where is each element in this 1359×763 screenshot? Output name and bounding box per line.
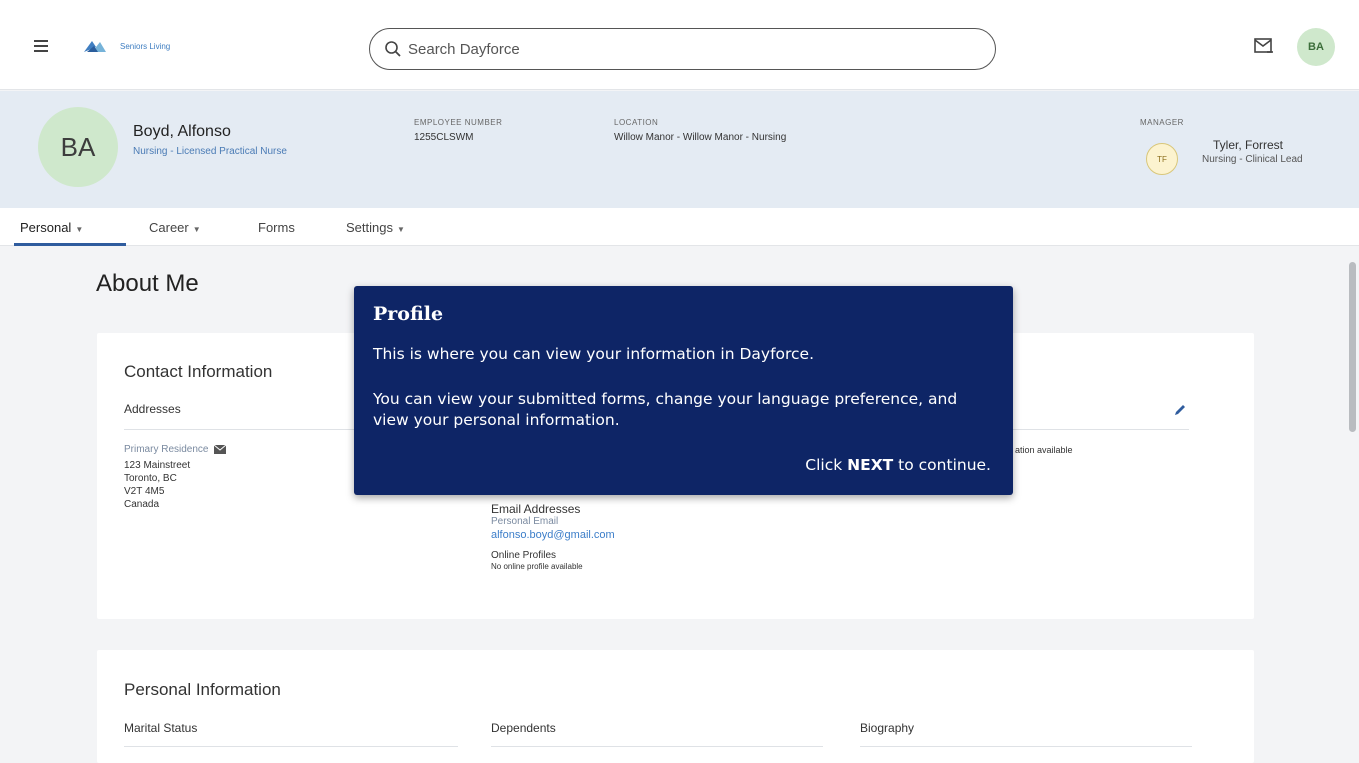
inbox-icon[interactable] [1254,37,1274,55]
page-title: About Me [96,270,199,297]
employee-number-label: EMPLOYEE NUMBER [414,118,503,127]
location-label: LOCATION [614,118,659,127]
employee-avatar: BA [38,107,118,187]
next-word: NEXT [847,456,894,474]
popup-text-1: This is where you can view your informat… [373,345,815,363]
popup-text-2: You can view your submitted forms, chang… [373,390,958,429]
tab-forms[interactable]: Forms [258,220,295,235]
address-line-2: Toronto, BC [124,473,177,484]
contact-information-title: Contact Information [124,362,273,381]
primary-residence: Primary Residence 123 Mainstreet Toronto… [124,444,227,511]
online-profiles-heading: Online Profiles [491,550,557,561]
marital-status-heading: Marital Status [124,721,198,735]
next-prefix: Click [805,456,848,474]
employee-header: BA Boyd, Alfonso Nursing - Licensed Prac… [0,91,1359,208]
email-section: Email Addresses Personal Email alfonso.b… [491,502,615,572]
address-line-1: 123 Mainstreet [124,460,191,471]
tab-bar: Personal ▼ Career ▼ Forms Settings ▼ [0,208,1359,246]
manager-role: Nursing - Clinical Lead [1202,154,1303,165]
online-profiles-value: No online profile available [491,562,583,571]
manager-name[interactable]: Tyler, Forrest [1213,138,1283,152]
personal-information-title: Personal Information [124,680,281,699]
tab-career[interactable]: Career ▼ [149,220,201,235]
logo-text: Seniors Living [120,41,171,51]
tab-settings-label: Settings [346,220,393,235]
company-logo[interactable]: Seniors Living [82,38,170,54]
tab-personal-label: Personal [20,220,72,235]
menu-icon[interactable] [34,40,48,52]
tab-career-label: Career [149,220,189,235]
address-line-3: V2T 4M5 [124,486,165,497]
edit-icon[interactable] [1173,403,1187,417]
addresses-heading: Addresses [124,402,181,416]
search-icon [385,41,401,57]
chevron-down-icon: ▼ [192,225,201,234]
user-avatar[interactable]: BA [1297,28,1335,66]
right-column-value: ation available [1015,445,1073,455]
employee-role: Nursing - Licensed Practical Nurse [133,146,287,157]
tab-settings[interactable]: Settings ▼ [346,220,405,235]
location-field: LOCATION Willow Manor - Willow Manor - N… [614,118,834,144]
dependents-heading: Dependents [491,721,556,735]
profile-tour-popup: Profile This is where you can view your … [354,286,1013,495]
chevron-down-icon: ▼ [75,225,84,234]
next-suffix: to continue. [893,456,991,474]
next-button[interactable]: Click NEXT to continue. [805,456,991,474]
logo-mark-icon [84,41,106,52]
search-bar[interactable] [369,28,996,70]
chevron-down-icon: ▼ [396,225,405,234]
tab-personal[interactable]: Personal ▼ [20,220,83,235]
active-tab-indicator [14,243,126,246]
personal-email-label: Personal Email [491,516,559,527]
divider [860,746,1192,747]
tab-forms-label: Forms [258,220,295,235]
search-input[interactable] [408,40,968,58]
employee-number-field: EMPLOYEE NUMBER 1255CLSWM [414,118,502,144]
email-link[interactable]: alfonso.boyd@gmail.com [491,529,615,541]
address-line-4: Canada [124,499,160,510]
divider [124,746,458,747]
personal-information-card: Personal Information Marital Status Depe… [97,650,1254,763]
location-value: Willow Manor - Willow Manor - Nursing [614,132,787,143]
top-bar: Seniors Living BA [0,0,1359,90]
divider [491,746,823,747]
scrollbar-thumb[interactable] [1349,262,1356,432]
employee-number-value: 1255CLSWM [414,132,474,143]
manager-label: MANAGER [1140,118,1184,127]
mail-icon [214,445,227,454]
primary-residence-label: Primary Residence [124,444,209,455]
biography-heading: Biography [860,721,915,735]
manager-avatar[interactable]: TF [1146,143,1178,175]
employee-name: Boyd, Alfonso [133,123,231,140]
popup-title: Profile [373,303,444,325]
email-heading: Email Addresses [491,502,581,516]
